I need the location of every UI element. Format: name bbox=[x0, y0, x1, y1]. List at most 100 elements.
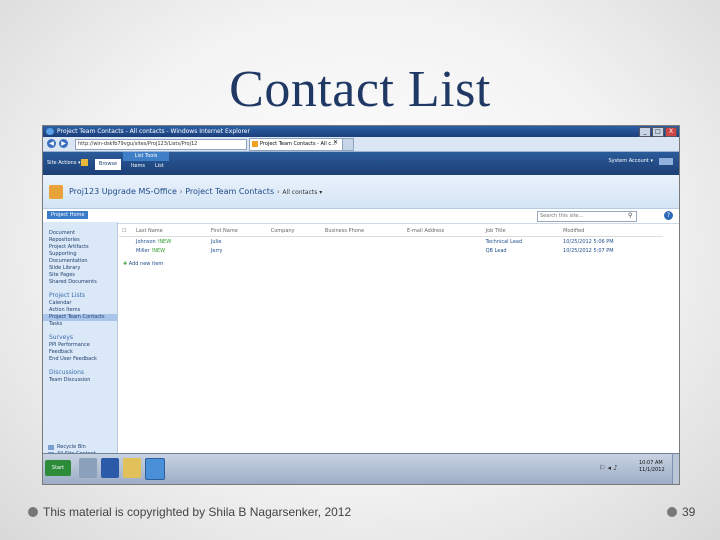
cell-email bbox=[404, 237, 483, 247]
cell-modified: 10/25/2012 5:06 PM bbox=[563, 238, 614, 245]
address-input[interactable]: http://win-dskfb79vgu/sites/Proj123/List… bbox=[75, 139, 247, 150]
ql-project-team-contacts[interactable]: Project Team Contacts bbox=[43, 314, 117, 321]
col-header[interactable]: First Name bbox=[207, 226, 268, 237]
select-all-checkbox[interactable]: ☐ bbox=[119, 226, 133, 237]
breadcrumb: Proj123 Upgrade MS-Office › Project Team… bbox=[69, 187, 322, 196]
cell-phone bbox=[322, 246, 404, 255]
cell-last-name: Johnson !NEW bbox=[133, 237, 208, 247]
breadcrumb-separator: › bbox=[179, 187, 183, 196]
table-row[interactable]: Johnson !NEW Julie Technical Lead 10/25/… bbox=[119, 237, 663, 247]
contact-last-name[interactable]: Johnson bbox=[136, 239, 156, 245]
col-header[interactable]: Job Title bbox=[482, 226, 561, 237]
clock-date: 11/1/2012 bbox=[639, 467, 665, 473]
show-desktop-button[interactable] bbox=[672, 454, 679, 484]
ql-heading-project-lists[interactable]: Project Lists bbox=[43, 292, 117, 300]
account-menu[interactable]: System Account ▾ bbox=[608, 158, 653, 164]
breadcrumb-list[interactable]: Project Team Contacts bbox=[185, 187, 274, 196]
row-checkbox[interactable] bbox=[119, 246, 133, 255]
col-header[interactable]: Business Phone bbox=[321, 226, 405, 237]
slide-footer: This material is copyrighted by Shila B … bbox=[28, 505, 351, 519]
ql-recycle-bin-label: Recycle Bin bbox=[57, 444, 86, 450]
back-icon[interactable]: ◀ bbox=[47, 139, 56, 148]
navigate-up-icon[interactable] bbox=[81, 159, 88, 166]
help-icon[interactable]: ? bbox=[664, 211, 673, 220]
forward-icon[interactable]: ▶ bbox=[59, 139, 68, 148]
project-home-link[interactable]: Project Home bbox=[47, 211, 89, 219]
cell-phone bbox=[322, 237, 404, 247]
window-titlebar: Project Team Contacts - All contacts - W… bbox=[43, 126, 679, 137]
slide-title: Contact List bbox=[229, 61, 491, 118]
ql-heading-surveys[interactable]: Surveys bbox=[43, 334, 117, 342]
maximize-button[interactable]: □ bbox=[652, 127, 664, 137]
close-button[interactable]: X bbox=[665, 127, 677, 137]
window-title: Project Team Contacts - All contacts - W… bbox=[57, 128, 250, 135]
ql-team-discussion[interactable]: Team Discussion bbox=[43, 377, 117, 384]
contacts-table: ☐ Last Name First Name Company Business … bbox=[119, 226, 663, 255]
ql-slide-library[interactable]: Slide Library bbox=[43, 265, 117, 272]
ql-end-user-feedback[interactable]: End User Feedback bbox=[43, 356, 117, 363]
cell-job-title: Technical Lead bbox=[485, 238, 523, 245]
search-icon[interactable]: ⚲ bbox=[628, 212, 632, 219]
browser-tab-label: Project Team Contacts - All c... bbox=[260, 141, 336, 147]
ql-document[interactable]: Document bbox=[43, 230, 117, 237]
copyright-text: This material is copyrighted by Shila B … bbox=[43, 505, 352, 519]
cell-company bbox=[268, 246, 322, 255]
col-header[interactable]: E-mail Address bbox=[404, 226, 483, 237]
internet-explorer-icon[interactable] bbox=[145, 458, 165, 480]
col-header[interactable]: Company bbox=[267, 226, 322, 237]
ribbon-icons[interactable] bbox=[659, 158, 673, 165]
site-banner: Proj123 Upgrade MS-Office › Project Team… bbox=[43, 175, 679, 209]
breadcrumb-site[interactable]: Proj123 Upgrade MS-Office bbox=[69, 187, 177, 196]
system-tray-icons[interactable]: ⚐ ◂ ♪ bbox=[599, 464, 618, 472]
page-icon bbox=[252, 141, 258, 147]
ql-recycle-bin[interactable]: Recycle Bin bbox=[43, 444, 117, 451]
clock-time: 10:07 AM bbox=[639, 460, 663, 466]
site-actions-menu[interactable]: Site Actions ▾ bbox=[47, 160, 81, 166]
new-badge: !NEW bbox=[151, 247, 166, 254]
cell-first-name: Jerry bbox=[210, 247, 223, 254]
ql-tasks[interactable]: Tasks bbox=[43, 321, 117, 328]
address-bar-row: ◀ ▶ http://win-dskfb79vgu/sites/Proj123/… bbox=[43, 137, 679, 152]
server-manager-icon[interactable] bbox=[79, 458, 97, 478]
ql-project-artifacts[interactable]: Project Artifacts bbox=[43, 244, 117, 251]
explorer-icon[interactable] bbox=[123, 458, 141, 478]
top-nav: Project Home Search this site... ⚲ ? bbox=[43, 209, 679, 224]
col-header[interactable]: Last Name bbox=[133, 226, 208, 237]
ql-feedback[interactable]: Feedback bbox=[43, 349, 117, 356]
site-logo-icon bbox=[49, 185, 63, 199]
taskbar: Start ⚐ ◂ ♪ 10:07 AM 11/1/2012 bbox=[43, 453, 679, 484]
ql-shared-documents[interactable]: Shared Documents bbox=[43, 279, 117, 286]
powershell-icon[interactable] bbox=[101, 458, 119, 478]
ql-action-items[interactable]: Action Items bbox=[43, 307, 117, 314]
add-new-item-link[interactable]: ✚ Add new item bbox=[119, 261, 675, 267]
ie-logo-icon bbox=[46, 128, 54, 135]
start-button[interactable]: Start bbox=[45, 460, 71, 476]
ql-ppi-performance[interactable]: PPI Performance bbox=[43, 342, 117, 349]
new-tab-button[interactable] bbox=[342, 138, 354, 151]
tab-list[interactable]: List bbox=[155, 163, 164, 169]
contact-last-name[interactable]: Miller bbox=[136, 248, 150, 254]
cell-company bbox=[268, 237, 322, 247]
ql-documentation[interactable]: Documentation bbox=[43, 258, 117, 265]
tab-close-icon[interactable]: ✕ bbox=[333, 139, 338, 146]
breadcrumb-view[interactable]: All contacts ▾ bbox=[282, 189, 322, 196]
ql-supporting[interactable]: Supporting bbox=[43, 251, 117, 258]
list-view: ☐ Last Name First Name Company Business … bbox=[119, 226, 675, 267]
tab-items[interactable]: Items bbox=[131, 163, 145, 169]
row-checkbox[interactable] bbox=[119, 237, 133, 247]
add-icon: ✚ bbox=[123, 261, 128, 267]
ql-heading-discussions[interactable]: Discussions bbox=[43, 369, 117, 377]
col-header[interactable]: Modified bbox=[560, 226, 663, 237]
ql-site-pages[interactable]: Site Pages bbox=[43, 272, 117, 279]
ribbon: Site Actions ▾ Browse List Tools Items L… bbox=[43, 152, 679, 175]
table-row[interactable]: Miller !NEW Jerry QB Lead 10/25/2012 5:0… bbox=[119, 246, 663, 255]
screenshot: Project Team Contacts - All contacts - W… bbox=[42, 125, 680, 485]
clock[interactable]: 10:07 AM 11/1/2012 bbox=[639, 460, 665, 474]
ql-calendar[interactable]: Calendar bbox=[43, 300, 117, 307]
page-number: 39 bbox=[667, 505, 695, 519]
tab-browse[interactable]: Browse bbox=[95, 159, 121, 170]
search-input[interactable]: Search this site... bbox=[537, 211, 637, 222]
table-header-row: ☐ Last Name First Name Company Business … bbox=[119, 226, 663, 237]
minimize-button[interactable]: _ bbox=[639, 127, 651, 137]
ql-repositories[interactable]: Repositories bbox=[43, 237, 117, 244]
